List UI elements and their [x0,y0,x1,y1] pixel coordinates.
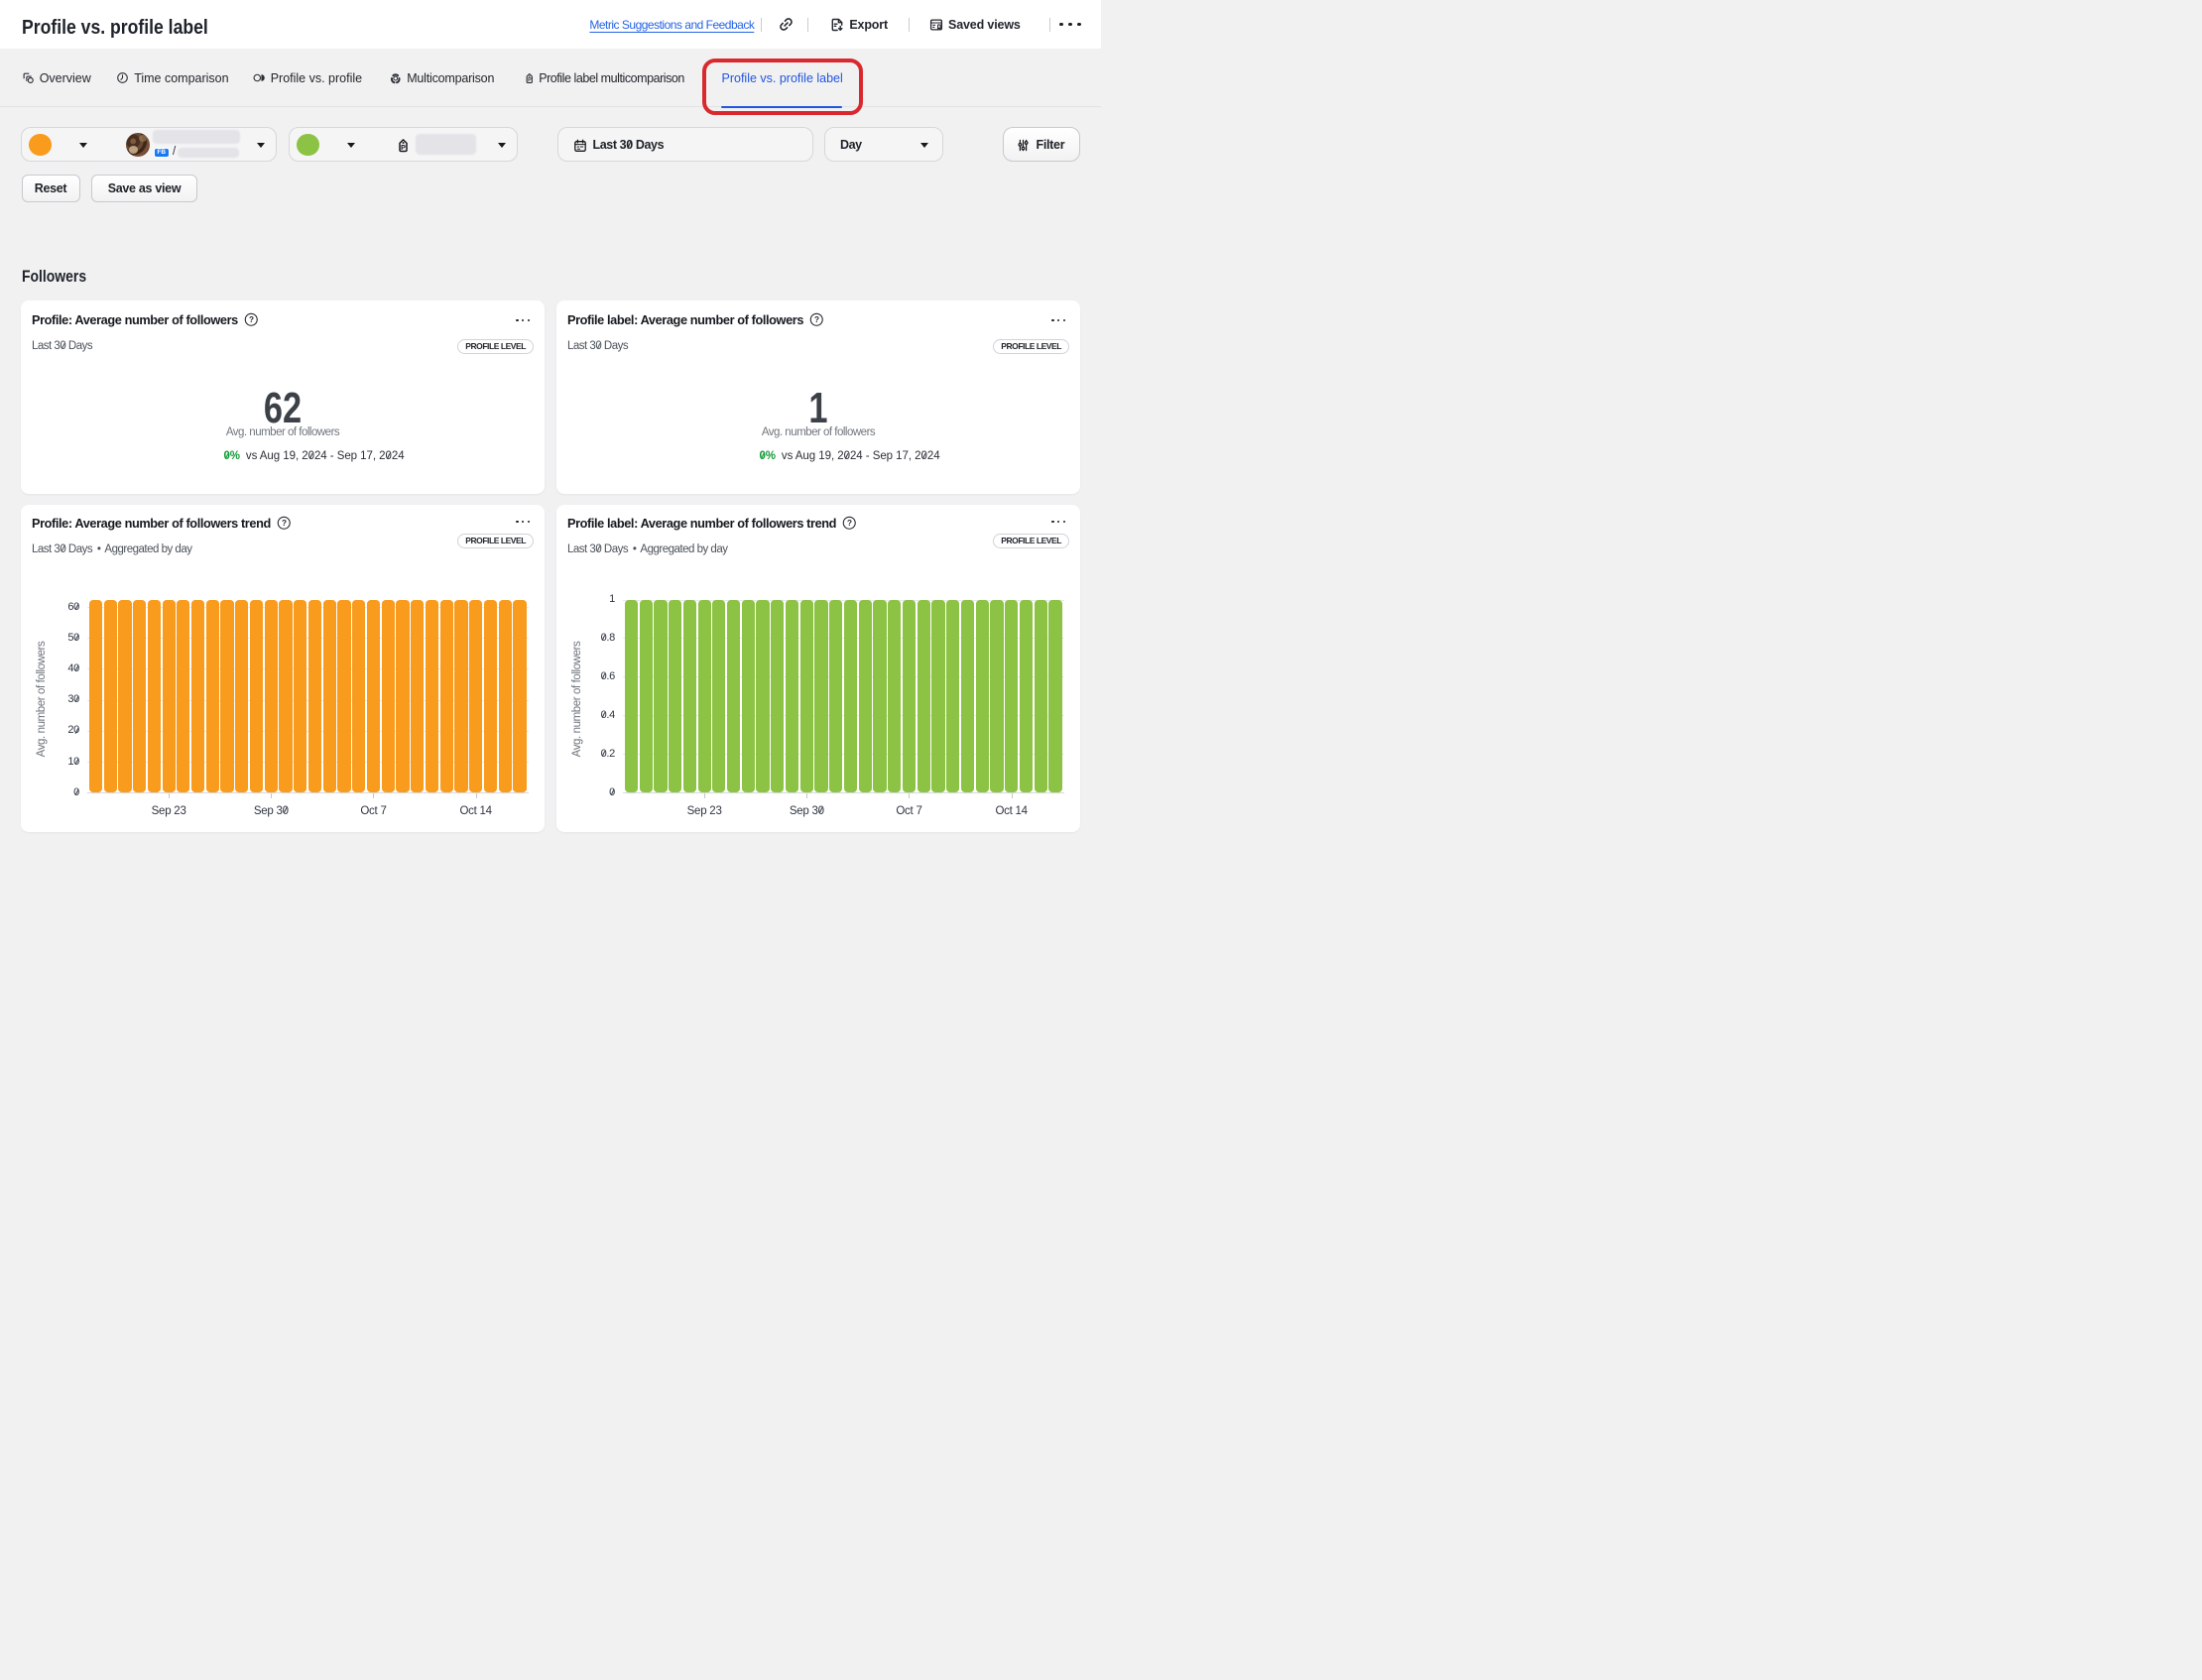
svg-text:?: ? [249,315,254,324]
svg-text:?: ? [814,315,819,324]
svg-text:?: ? [847,519,852,528]
svg-text:?: ? [282,519,287,528]
svg-text:P: P [401,143,406,152]
